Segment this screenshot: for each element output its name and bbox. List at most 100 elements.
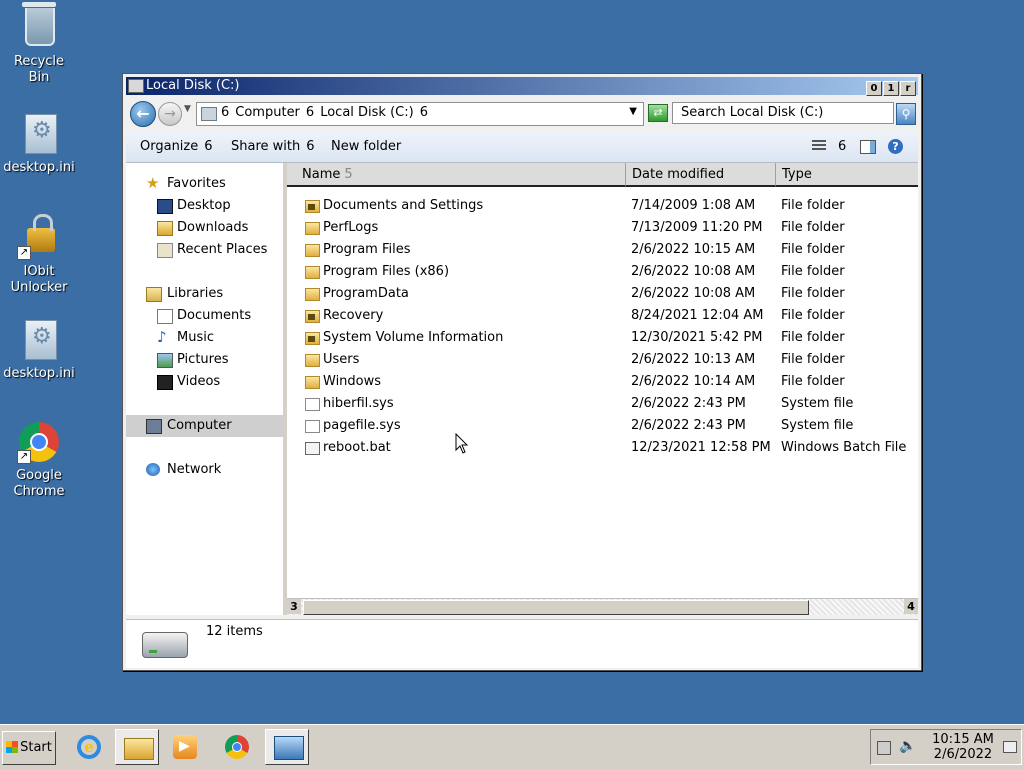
file-name: Users	[323, 352, 360, 367]
file-type: File folder	[781, 264, 845, 279]
breadcrumb-local-disk[interactable]: Local Disk (C:)	[320, 105, 413, 120]
file-row[interactable]: Recovery 8/24/2021 12:04 AM File folder	[287, 305, 918, 327]
file-type: File folder	[781, 242, 845, 257]
details-pane: 12 items	[126, 619, 918, 668]
file-row[interactable]: Users 2/6/2022 10:13 AM File folder	[287, 349, 918, 371]
file-row[interactable]: reboot.bat 12/23/2021 12:58 PM Windows Bat…	[287, 437, 918, 459]
change-view-icon[interactable]	[812, 140, 826, 152]
desktop-icon-desktop-ini-1[interactable]: desktop.ini	[0, 112, 78, 176]
file-row[interactable]: Program Files (x86) 2/6/2022 10:08 AM File…	[287, 261, 918, 283]
views-dropdown[interactable]: 6	[838, 132, 846, 162]
desktop-icon-iobit-unlocker[interactable]: ↗ IObit Unlocker	[0, 214, 78, 296]
system-file-icon	[305, 420, 320, 433]
nav-desktop[interactable]: Desktop	[126, 195, 283, 217]
search-icon[interactable]: ⚲	[896, 103, 916, 125]
new-folder-button[interactable]: New folder	[331, 132, 401, 162]
file-name: reboot.bat	[323, 440, 391, 455]
file-name: Windows	[323, 374, 382, 389]
file-date: 2/6/2022 2:43 PM	[631, 418, 746, 433]
music-icon: ♪	[157, 328, 167, 346]
taskbar-chrome[interactable]	[215, 729, 259, 765]
search-input[interactable]: Search Local Disk (C:)	[672, 102, 894, 124]
horizontal-scrollbar[interactable]: 3 4	[287, 598, 918, 615]
desktop-icon-google-chrome[interactable]: ↗ Google Chrome	[0, 420, 78, 500]
ini-file-icon	[17, 112, 61, 156]
address-row: ← → ▼ 6 Computer 6 Local Disk (C:) 6 ▼ ⇄ Sea…	[126, 98, 918, 128]
title-bar[interactable]: Local Disk (C:) 01r	[126, 77, 918, 96]
desktop-icon-label: Google Chrome	[13, 468, 65, 499]
file-row[interactable]: PerfLogs 7/13/2009 11:20 PM File folder	[287, 217, 918, 239]
refresh-button[interactable]: ⇄	[648, 104, 668, 122]
item-count: 12 items	[206, 624, 263, 639]
breadcrumb-arrow[interactable]: 6	[221, 105, 229, 120]
recent-pages-dropdown[interactable]: ▼	[184, 104, 191, 114]
share-with-button[interactable]: Share with 6	[231, 132, 315, 162]
help-icon[interactable]: ?	[888, 139, 903, 154]
volume-icon[interactable]: 🔈	[899, 738, 916, 754]
nav-network[interactable]: Network	[126, 459, 283, 481]
scroll-thumb[interactable]	[303, 600, 809, 615]
show-desktop-icon[interactable]	[1003, 741, 1017, 753]
folder-icon	[305, 244, 320, 257]
preview-pane-icon[interactable]	[860, 140, 876, 154]
file-row[interactable]: Documents and Settings 7/14/2009 1:08 AM F…	[287, 195, 918, 217]
nav-downloads[interactable]: Downloads	[126, 217, 283, 239]
column-header-date-modified[interactable]: Date modified	[626, 163, 776, 187]
breadcrumb-arrow[interactable]: 6	[420, 105, 428, 120]
nav-recent-places[interactable]: Recent Places	[126, 239, 283, 261]
taskbar-remote-desktop[interactable]	[265, 729, 309, 765]
media-player-icon	[173, 735, 197, 759]
maximize-button[interactable]: 1	[883, 81, 899, 96]
folder-icon	[305, 266, 320, 279]
file-row[interactable]: ProgramData 2/6/2022 10:08 AM File folder	[287, 283, 918, 305]
taskbar-media-player[interactable]	[163, 729, 207, 765]
organize-button[interactable]: Organize 6	[140, 132, 213, 162]
address-dropdown[interactable]: ▼	[629, 106, 637, 117]
scroll-right-button[interactable]: 4	[904, 599, 918, 614]
column-header-type[interactable]: Type	[776, 163, 918, 187]
file-type: File folder	[781, 220, 845, 235]
desktop-icon-recycle-bin[interactable]: Recycle Bin	[0, 2, 78, 86]
desktop-icon-desktop-ini-2[interactable]: desktop.ini	[0, 318, 78, 382]
nav-favorites[interactable]: ★ Favorites	[126, 173, 283, 195]
file-type: File folder	[781, 308, 845, 323]
file-row[interactable]: Windows 2/6/2022 10:14 AM File folder	[287, 371, 918, 393]
start-button[interactable]: Start	[2, 731, 56, 765]
file-list: Name 5 Date modified Type Documents and S…	[287, 163, 918, 615]
nav-videos[interactable]: Videos	[126, 371, 283, 393]
file-row[interactable]: hiberfil.sys 2/6/2022 2:43 PM System file	[287, 393, 918, 415]
nav-libraries[interactable]: Libraries	[126, 283, 283, 305]
column-header-name[interactable]: Name 5	[287, 163, 626, 187]
file-row[interactable]: Program Files 2/6/2022 10:15 AM File folde…	[287, 239, 918, 261]
computer-icon	[201, 107, 217, 121]
scroll-left-button[interactable]: 3	[287, 599, 301, 614]
back-button[interactable]: ←	[130, 101, 156, 127]
file-type: File folder	[781, 330, 845, 345]
file-date: 2/6/2022 10:08 AM	[631, 286, 756, 301]
videos-icon	[157, 375, 173, 390]
taskbar-internet-explorer[interactable]: e	[67, 729, 111, 765]
file-type: File folder	[781, 352, 845, 367]
breadcrumb-arrow[interactable]: 6	[306, 105, 314, 120]
clock[interactable]: 10:15 AM 2/6/2022	[927, 732, 999, 762]
nav-label: Network	[167, 462, 222, 477]
shortcut-arrow-icon: ↗	[17, 246, 31, 260]
file-row[interactable]: pagefile.sys 2/6/2022 2:43 PM System file	[287, 415, 918, 437]
shortcut-arrow-icon: ↗	[17, 450, 31, 464]
address-bar[interactable]: 6 Computer 6 Local Disk (C:) 6 ▼	[196, 102, 644, 126]
nav-computer[interactable]: Computer	[126, 415, 283, 437]
file-name: PerfLogs	[323, 220, 379, 235]
forward-button[interactable]: →	[158, 102, 182, 126]
close-button[interactable]: r	[900, 81, 916, 96]
nav-pictures[interactable]: Pictures	[126, 349, 283, 371]
breadcrumb-computer[interactable]: Computer	[235, 105, 300, 120]
file-name: pagefile.sys	[323, 418, 401, 433]
start-label: Start	[20, 740, 52, 755]
network-tray-icon[interactable]	[877, 741, 891, 755]
nav-documents[interactable]: Documents	[126, 305, 283, 327]
minimize-button[interactable]: 0	[866, 81, 882, 96]
file-row[interactable]: System Volume Information 12/30/2021 5:42…	[287, 327, 918, 349]
command-bar: Organize 6 Share with 6 New folder 6 ?	[126, 132, 918, 163]
nav-music[interactable]: ♪ Music	[126, 327, 283, 349]
taskbar-windows-explorer[interactable]	[115, 729, 159, 765]
